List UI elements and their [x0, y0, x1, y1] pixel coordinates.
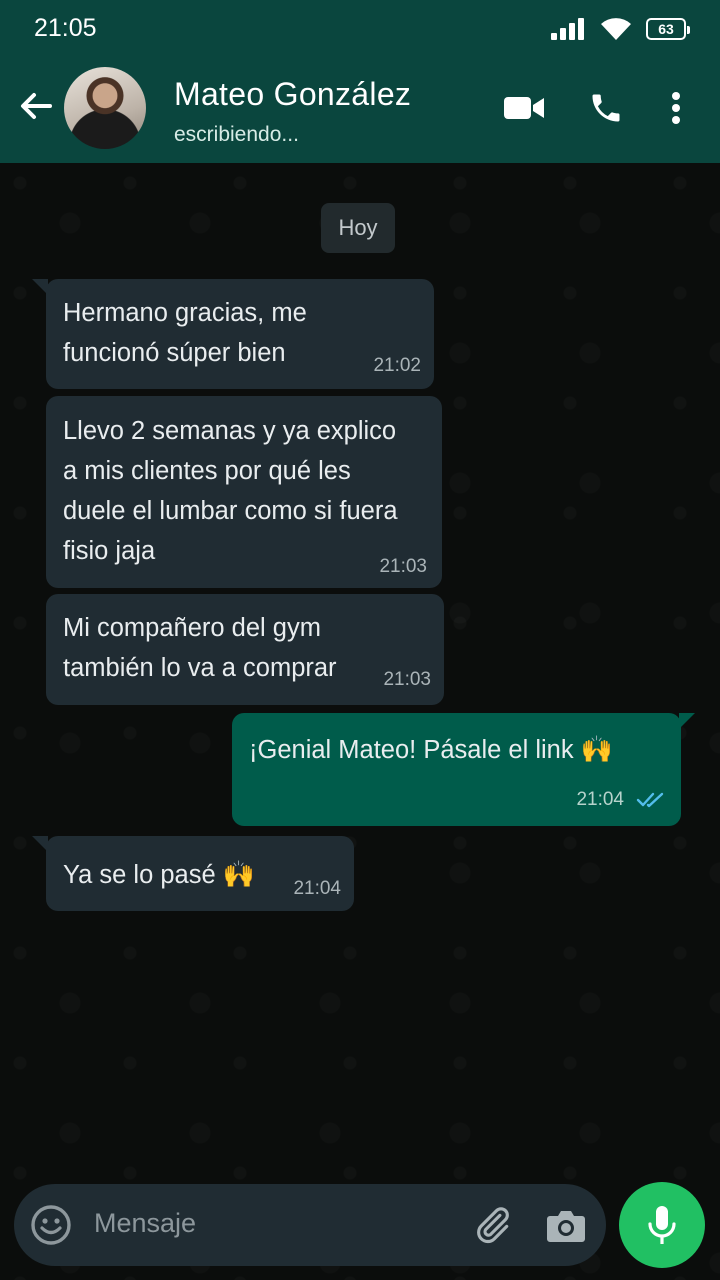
raised-hands-emoji: 🙌 [580, 734, 614, 764]
message-incoming[interactable]: Llevo 2 semanas y ya explico a mis clien… [46, 396, 442, 588]
status-bar: 21:05 63 [0, 0, 720, 56]
video-call-icon[interactable] [502, 86, 546, 130]
message-text: Hermano gracias, me funcionó súper bien [63, 299, 307, 367]
emoji-icon[interactable] [29, 1203, 73, 1247]
message-text: Mi compañero del gym también lo va a com… [63, 614, 337, 682]
phone-icon[interactable] [584, 86, 628, 130]
avatar[interactable] [64, 67, 146, 149]
message-text-body: ¡Genial Mateo! Pásale el link [249, 736, 574, 764]
chat-header: Mateo González escribiendo... [0, 56, 720, 163]
contact-status: escribiendo... [174, 123, 299, 146]
battery-level: 63 [658, 21, 674, 37]
status-icons: 63 [550, 14, 690, 44]
message-incoming[interactable]: Mi compañero del gym también lo va a com… [46, 594, 444, 705]
date-separator: Hoy [321, 203, 395, 253]
message-time: 21:03 [383, 669, 431, 690]
double-check-read-icon [636, 792, 664, 808]
back-arrow-icon[interactable] [14, 84, 58, 128]
attach-icon[interactable] [470, 1203, 514, 1247]
message-time: 21:04 [576, 789, 624, 810]
chat-area[interactable]: Hoy Hermano gracias, me funcionó súper b… [0, 163, 720, 1280]
status-time: 21:05 [34, 14, 97, 42]
bubble-tail [32, 836, 48, 852]
bubble-tail [32, 279, 48, 295]
message-text: Llevo 2 semanas y ya explico a mis clien… [63, 417, 398, 565]
signal-icon [551, 18, 584, 40]
battery-icon: 63 [646, 18, 690, 40]
message-text-body: Ya se lo pasé [63, 861, 216, 889]
message-composer[interactable]: Mensaje [14, 1184, 606, 1266]
message-input[interactable]: Mensaje [94, 1208, 196, 1239]
bubble-tail [679, 713, 695, 729]
message-incoming[interactable]: Hermano gracias, me funcionó súper bien … [32, 279, 434, 389]
message-text: Ya se lo pasé 🙌 [63, 854, 255, 895]
mic-button[interactable] [619, 1182, 705, 1268]
raised-hands-emoji: 🙌 [222, 859, 256, 889]
message-time: 21:02 [373, 355, 421, 376]
message-outgoing[interactable]: ¡Genial Mateo! Pásale el link 🙌 21:04 [232, 713, 695, 826]
message-time: 21:03 [379, 556, 427, 577]
mic-icon [648, 1206, 676, 1244]
camera-icon[interactable] [544, 1203, 588, 1247]
message-time: 21:04 [293, 878, 341, 899]
message-text: ¡Genial Mateo! Pásale el link 🙌 [249, 729, 613, 770]
message-incoming[interactable]: Ya se lo pasé 🙌 21:04 [32, 836, 354, 911]
more-options-icon[interactable] [654, 86, 698, 130]
contact-name[interactable]: Mateo González [174, 76, 411, 113]
wifi-icon [601, 18, 631, 40]
